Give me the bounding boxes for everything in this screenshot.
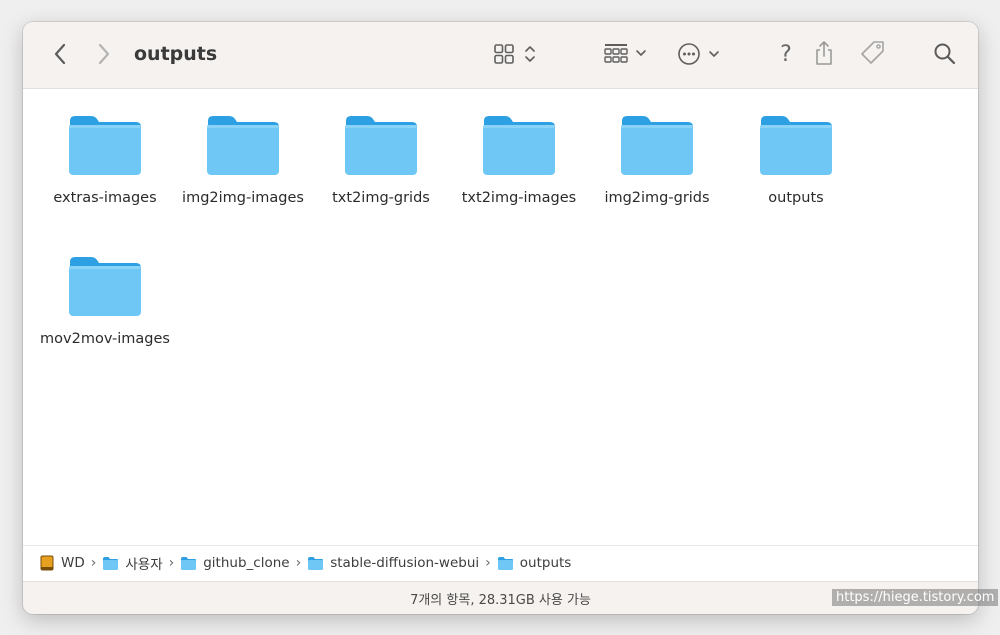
folder-name: img2img-images: [182, 190, 304, 206]
finder-window: outputs ? extras-images img2img-images t…: [23, 22, 978, 614]
folder-icon: [497, 556, 514, 571]
folder-item[interactable]: img2img-grids: [587, 113, 727, 206]
folder-item[interactable]: outputs: [726, 113, 866, 206]
folder-icon: [760, 116, 832, 175]
folder-icon: [69, 257, 141, 316]
folder-icon: [102, 556, 119, 571]
tag-icon: [861, 41, 884, 64]
path-bar: WD › 사용자 › github_clone › stable-diffusi…: [23, 545, 978, 580]
ellipsis-circle-icon: [678, 43, 719, 65]
folder-item[interactable]: txt2img-images: [449, 113, 589, 206]
drive-icon: [39, 555, 55, 571]
path-crumb-label: stable-diffusion-webui: [330, 555, 480, 571]
share-button[interactable]: [811, 37, 837, 69]
folder-item[interactable]: txt2img-grids: [311, 113, 451, 206]
chevron-left-icon: [54, 43, 66, 65]
group-button[interactable]: [601, 40, 651, 68]
folder-icon: [621, 116, 693, 175]
path-crumb-label: outputs: [519, 555, 572, 571]
folder-name: extras-images: [53, 190, 157, 206]
forward-button[interactable]: [91, 39, 117, 69]
toolbar: outputs ?: [23, 22, 978, 89]
folder-item[interactable]: extras-images: [35, 113, 175, 206]
view-mode-button[interactable]: [490, 40, 540, 68]
watermark: https://hiege.tistory.com: [832, 589, 999, 606]
back-button[interactable]: [47, 39, 73, 69]
folder-name: mov2mov-images: [40, 331, 170, 347]
path-crumb-label: github_clone: [203, 555, 290, 571]
folder-grid: extras-images img2img-images txt2img-gri…: [23, 89, 978, 544]
folder-item[interactable]: mov2mov-images: [35, 254, 175, 347]
search-button[interactable]: [931, 40, 959, 68]
path-crumb-wd[interactable]: WD: [39, 555, 85, 571]
folder-icon: [307, 556, 324, 571]
window-title: outputs: [134, 43, 218, 65]
path-separator: ›: [485, 555, 491, 571]
folder-icon: [483, 116, 555, 175]
folder-name: txt2img-grids: [332, 190, 430, 206]
folder-icon: [207, 116, 279, 175]
share-icon: [816, 41, 832, 65]
chevron-right-icon: [98, 43, 110, 65]
folder-name: txt2img-images: [461, 190, 577, 206]
path-separator: ›: [90, 555, 97, 571]
path-crumb-stable-diffusion-webui[interactable]: stable-diffusion-webui: [307, 555, 479, 571]
path-crumb-label: WD: [61, 555, 85, 571]
tag-button[interactable]: [858, 38, 888, 68]
folder-item[interactable]: img2img-images: [173, 113, 313, 206]
folder-icon: [180, 556, 197, 571]
path-crumb-label: 사용자: [125, 557, 163, 573]
help-button[interactable]: ?: [774, 39, 798, 69]
search-icon: [934, 43, 956, 65]
folder-name: img2img-grids: [604, 190, 710, 206]
grid-view-icon: [494, 44, 535, 64]
folder-icon: [345, 116, 417, 175]
folder-name: outputs: [768, 190, 824, 206]
action-button[interactable]: [675, 40, 723, 68]
path-separator: ›: [295, 555, 302, 571]
status-text: 7개의 항목, 28.31GB 사용 가능: [410, 593, 591, 608]
path-crumb-users[interactable]: 사용자: [102, 553, 163, 573]
path-crumb-github-clone[interactable]: github_clone: [180, 555, 290, 571]
group-icon: [604, 44, 646, 63]
path-separator: ›: [168, 555, 175, 571]
folder-icon: [69, 116, 141, 175]
path-crumb-outputs[interactable]: outputs: [497, 555, 572, 571]
